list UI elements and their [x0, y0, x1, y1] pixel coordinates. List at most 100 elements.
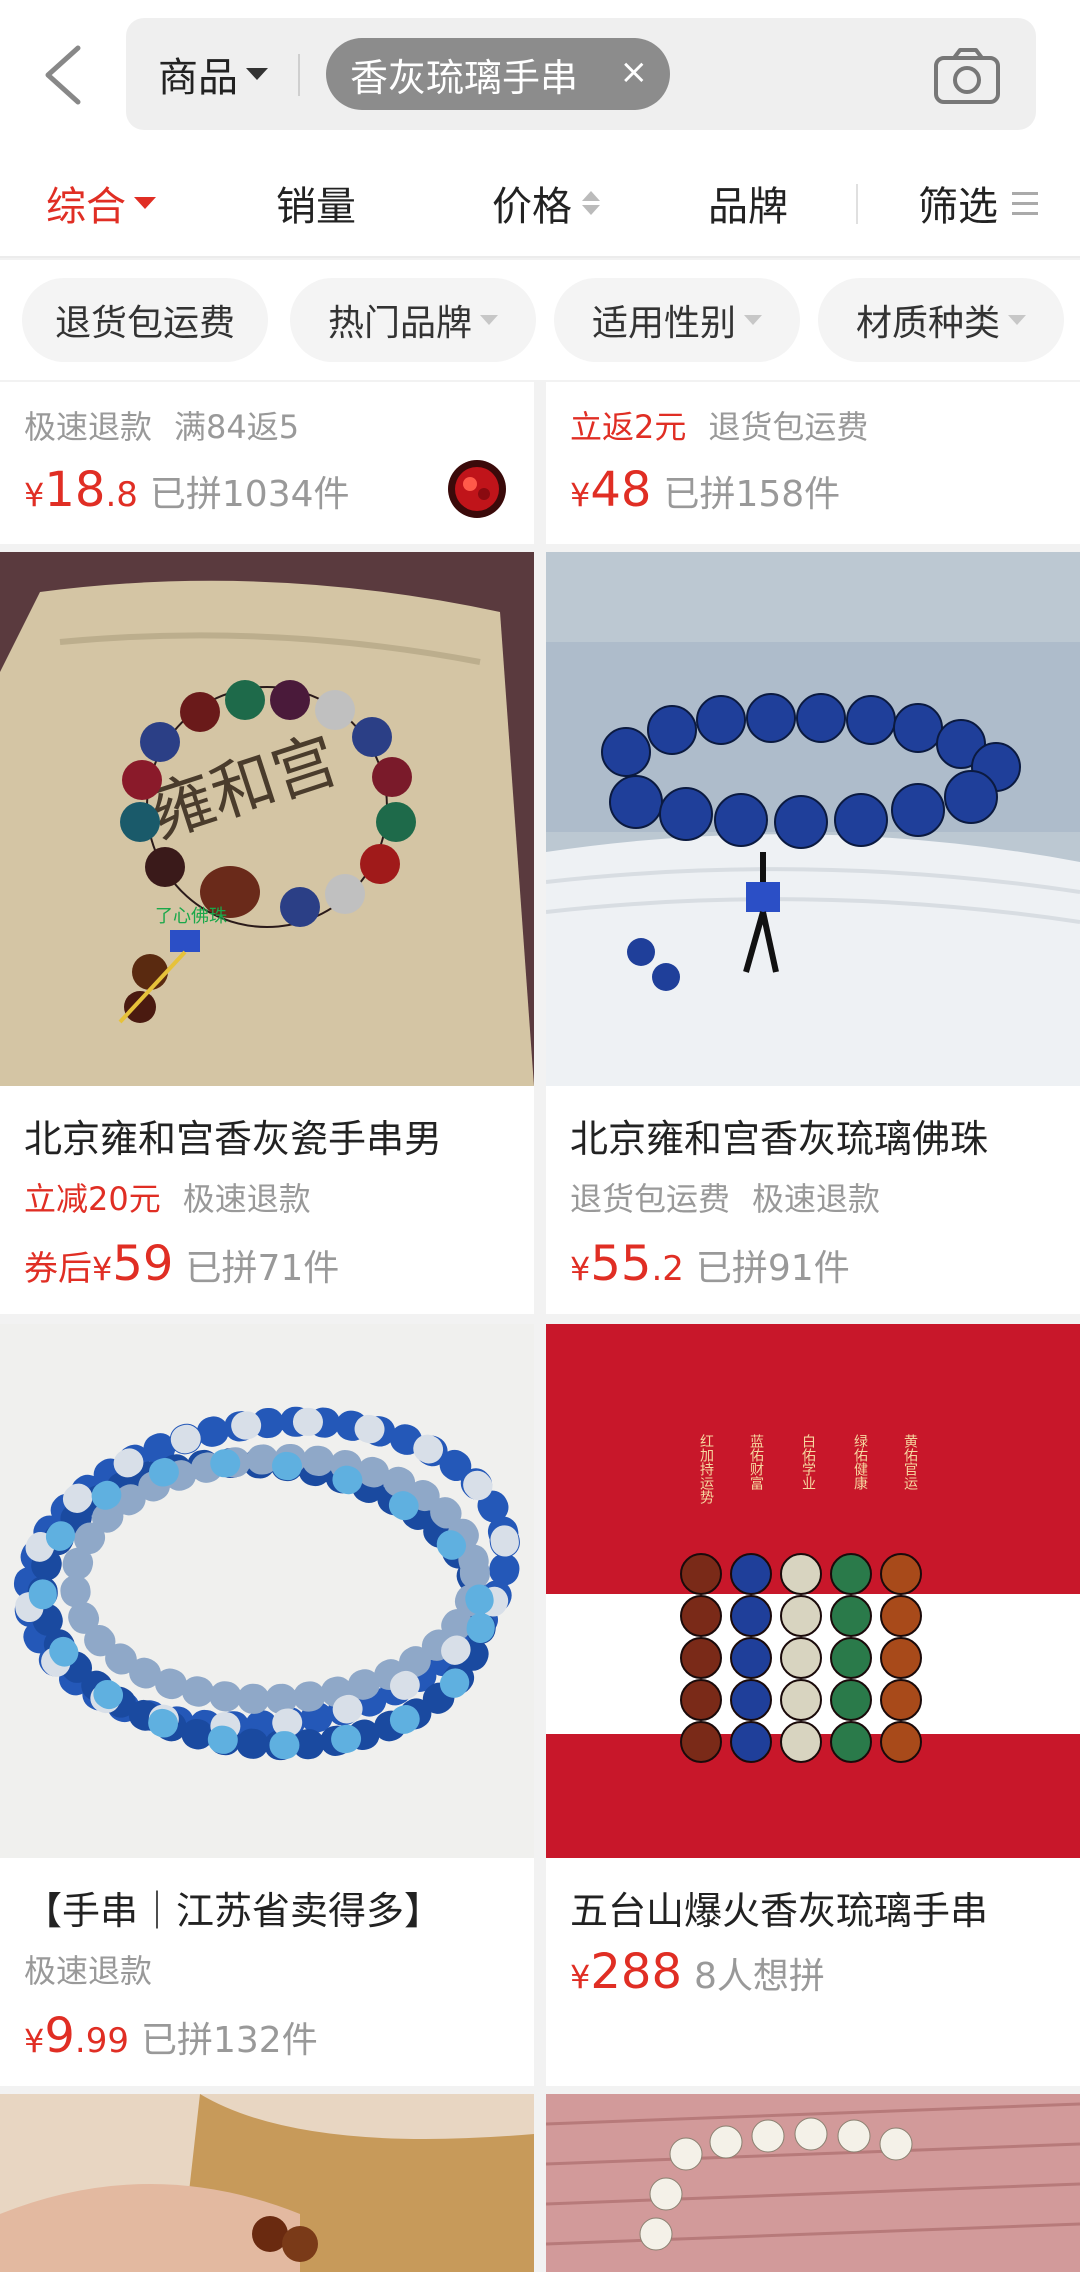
filter-chip-material[interactable]: 材质种类	[818, 278, 1064, 362]
product-card[interactable]: 红加持运势 蓝佑财富 白佑学业 绿佑健康 黄佑官运 五台山爆火香灰琉璃手串 ¥ …	[546, 1324, 1080, 2086]
sold-count: 8人想拼	[693, 1956, 825, 1997]
tag: 极速退款	[24, 408, 153, 446]
product-image[interactable]	[546, 552, 1080, 1086]
filter-chip-brand[interactable]: 热门品牌	[290, 278, 536, 362]
product-image[interactable]: 红加持运势 蓝佑财富 白佑学业 绿佑健康 黄佑官运	[546, 1324, 1080, 1858]
product-card-partial[interactable]	[0, 2094, 534, 2272]
price-prefix: 券后	[24, 1249, 92, 1289]
product-card-partial[interactable]: 极速退款 满84返5 ¥ 18 .8 已拼1034件	[0, 382, 534, 544]
product-image[interactable]: 雍和宫 了心佛珠	[0, 552, 534, 1086]
product-card-partial[interactable]	[546, 2094, 1080, 2272]
divider	[298, 54, 300, 96]
back-button[interactable]	[30, 30, 100, 120]
filter-chip-bar: 退货包运费 热门品牌 适用性别 材质种类	[0, 260, 1080, 380]
product-title: 【手串｜江苏省卖得多】	[24, 1889, 443, 1933]
image-caption: 绿佑健康	[852, 1434, 868, 1490]
tab-label: 综合	[46, 184, 126, 230]
sort-arrows-icon	[582, 191, 600, 215]
price-row: ¥ 18 .8 已拼1034件	[24, 462, 350, 518]
price-integer: 48	[590, 462, 652, 518]
price-row: ¥ 48 已拼158件	[570, 462, 840, 518]
sold-count: 已拼158件	[663, 474, 841, 515]
chip-label: 退货包运费	[54, 303, 235, 344]
sort-bar: 综合 销量 价格 品牌 筛选	[0, 148, 1080, 258]
caret-down-icon	[246, 68, 268, 80]
currency: ¥	[24, 476, 45, 514]
currency: ¥	[570, 1958, 591, 1996]
tag: 极速退款	[752, 1180, 881, 1218]
currency: ¥	[92, 1250, 113, 1288]
price-row: ¥ 55 .2 已拼91件	[570, 1236, 850, 1292]
tab-brand[interactable]: 品牌	[708, 148, 788, 258]
camera-icon[interactable]	[932, 46, 1002, 106]
tag: 立减20元	[24, 1180, 161, 1218]
price-integer: 9	[44, 2008, 75, 2064]
product-image	[546, 2094, 1080, 2272]
currency: ¥	[570, 476, 591, 514]
chip-label: 热门品牌	[327, 303, 472, 344]
search-scope-dropdown[interactable]: 商品	[158, 18, 268, 130]
tag: 极速退款	[182, 1180, 311, 1218]
tab-sales[interactable]: 销量	[276, 148, 356, 258]
product-image	[0, 2094, 534, 2272]
product-card[interactable]: 北京雍和宫香灰琉璃佛珠 退货包运费 极速退款 ¥ 55 .2 已拼91件	[546, 552, 1080, 1314]
filter-chip-return-shipping[interactable]: 退货包运费	[22, 278, 268, 362]
product-tags: 立减20元 极速退款	[24, 1174, 311, 1220]
price-row: 券后 ¥ 59 已拼71件	[24, 1236, 339, 1292]
sold-count: 已拼132件	[140, 2020, 318, 2061]
tag: 退货包运费	[570, 1180, 731, 1218]
tab-price[interactable]: 价格	[492, 148, 600, 258]
top-bar: 商品 香灰琉璃手串 ×	[0, 0, 1080, 148]
product-tags: 极速退款	[24, 1946, 152, 1992]
image-caption: 蓝佑财富	[748, 1434, 764, 1490]
search-query-chip[interactable]: 香灰琉璃手串 ×	[326, 38, 670, 110]
price-integer: 59	[112, 1236, 174, 1292]
sold-count: 已拼1034件	[149, 474, 350, 515]
filter-chip-gender[interactable]: 适用性别	[554, 278, 800, 362]
product-title: 北京雍和宫香灰瓷手串男	[24, 1117, 443, 1161]
price-integer: 55	[590, 1236, 652, 1292]
product-card[interactable]: 【手串｜江苏省卖得多】 极速退款 ¥ 9 .99 已拼132件	[0, 1324, 534, 2086]
tab-filter[interactable]: 筛选	[918, 148, 1038, 258]
close-icon[interactable]: ×	[620, 52, 649, 92]
tab-label: 销量	[276, 184, 356, 230]
tag: 退货包运费	[708, 408, 869, 446]
avatar[interactable]	[448, 460, 506, 518]
product-card[interactable]: 雍和宫 了心佛珠 北京雍和宫香灰瓷手串男 立减20元 极速退款 券后 ¥ 59 …	[0, 552, 534, 1314]
tab-label: 筛选	[918, 184, 998, 230]
image-caption: 白佑学业	[800, 1434, 816, 1490]
tag: 满84返5	[174, 408, 300, 446]
product-title: 五台山爆火香灰琉璃手串	[570, 1889, 989, 1933]
image-caption: 黄佑官运	[902, 1433, 918, 1491]
caret-down-icon	[134, 197, 156, 209]
search-scope-label: 商品	[158, 55, 238, 101]
product-card-partial[interactable]: 立返2元 退货包运费 ¥ 48 已拼158件	[546, 382, 1080, 544]
product-tags: 立返2元 退货包运费	[570, 402, 868, 448]
price-integer: 288	[590, 1944, 682, 2000]
caret-down-icon	[1008, 315, 1026, 325]
price-row: ¥ 9 .99 已拼132件	[24, 2008, 318, 2064]
search-query-text: 香灰琉璃手串	[350, 55, 579, 100]
filter-icon	[1012, 191, 1038, 215]
product-image[interactable]	[0, 1324, 534, 1858]
caret-down-icon	[744, 315, 762, 325]
product-tags: 退货包运费 极速退款	[570, 1174, 880, 1220]
price-decimal: .2	[651, 1249, 684, 1289]
chevron-left-icon	[45, 45, 81, 105]
tag: 极速退款	[24, 1952, 153, 1990]
tab-label: 品牌	[708, 184, 788, 230]
tab-label: 价格	[492, 184, 572, 230]
price-decimal: .99	[74, 2021, 129, 2061]
search-box[interactable]: 商品 香灰琉璃手串 ×	[126, 18, 1036, 130]
divider	[856, 184, 858, 224]
product-tags: 极速退款 满84返5	[24, 402, 299, 448]
tab-comprehensive[interactable]: 综合	[46, 148, 156, 258]
currency: ¥	[24, 2022, 45, 2060]
tag: 立返2元	[570, 408, 687, 446]
currency: ¥	[570, 1250, 591, 1288]
caret-down-icon	[480, 315, 498, 325]
image-watermark: 了心佛珠	[155, 906, 227, 927]
price-integer: 18	[44, 462, 106, 518]
sold-count: 已拼91件	[695, 1248, 850, 1289]
image-caption: 红加持运势	[698, 1434, 714, 1505]
